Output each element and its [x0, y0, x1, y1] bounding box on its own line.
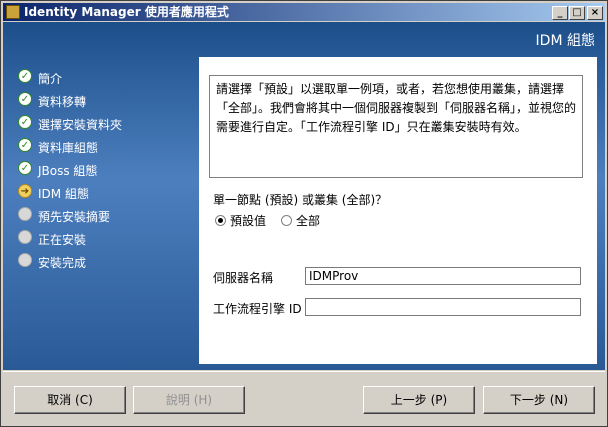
server-name-label: 伺服器名稱 [213, 271, 274, 285]
window-title: Identity Manager 使用者應用程式 [24, 5, 229, 19]
radio-selected-icon[interactable] [215, 215, 226, 226]
pending-circle-icon [18, 230, 32, 244]
step-item: ✓ 資料庫組態 [18, 136, 198, 156]
step-item-current: ➔ IDM 組態 [18, 182, 198, 202]
server-name-input[interactable] [305, 267, 581, 285]
step-item: ✓ 資料移轉 [18, 90, 198, 110]
check-icon: ✓ [18, 92, 32, 106]
close-button[interactable]: × [587, 6, 603, 20]
step-item: ✓ 簡介 [18, 67, 198, 87]
radio-all-label[interactable]: 全部 [296, 214, 320, 228]
check-icon: ✓ [18, 138, 32, 152]
cancel-button[interactable]: 取消 (C) [14, 386, 126, 414]
content-panel: 請選擇「預設」以選取單一例項，或者，若您想使用叢集，請選擇「全部」。我們會將其中… [199, 57, 597, 364]
arrow-right-icon: ➔ [18, 184, 32, 198]
check-icon: ✓ [18, 161, 32, 175]
pending-circle-icon [18, 253, 32, 267]
step-label: 簡介 [38, 72, 63, 86]
step-label: JBoss 組態 [38, 164, 98, 178]
cluster-question: 單一節點 (預設) 或叢集 (全部)？ [213, 193, 388, 207]
step-label: 正在安裝 [38, 233, 87, 247]
radio-default-label[interactable]: 預設值 [230, 214, 266, 228]
radio-default[interactable]: 預設值 [215, 212, 266, 228]
step-label: IDM 組態 [38, 187, 89, 201]
maximize-button[interactable]: □ [569, 6, 585, 20]
check-icon: ✓ [18, 115, 32, 129]
step-item: 預先安裝摘要 [18, 205, 198, 225]
step-label: 預先安裝摘要 [38, 210, 111, 224]
app-icon [6, 5, 20, 19]
minimize-button[interactable]: _ [552, 6, 568, 20]
previous-button[interactable]: 上一步 (P) [363, 386, 475, 414]
title-bar[interactable]: Identity Manager 使用者應用程式 _ □ × [3, 3, 605, 21]
radio-all[interactable]: 全部 [281, 212, 320, 228]
step-label: 資料移轉 [38, 95, 87, 109]
step-label: 選擇安裝資料夾 [38, 118, 123, 132]
button-bar: 取消 (C) 說明 (H) 上一步 (P) 下一步 (N) [3, 371, 605, 425]
step-item: ✓ 選擇安裝資料夾 [18, 113, 198, 133]
engine-id-input[interactable] [305, 298, 581, 316]
main-area: IDM 組態 ✓ 簡介 ✓ 資料移轉 ✓ 選擇安裝資料夾 ✓ 資料庫組態 ✓ JBoss … [3, 22, 605, 370]
installer-window: Identity Manager 使用者應用程式 _ □ × IDM 組態 ✓ 簡… [0, 0, 608, 427]
step-item: 安裝完成 [18, 251, 198, 271]
step-label: 安裝完成 [38, 256, 87, 270]
radio-unselected-icon[interactable] [281, 215, 292, 226]
page-heading: IDM 組態 [535, 33, 595, 49]
description-box: 請選擇「預設」以選取單一例項，或者，若您想使用叢集，請選擇「全部」。我們會將其中… [209, 75, 583, 178]
step-item: 正在安裝 [18, 228, 198, 248]
engine-id-label: 工作流程引擎 ID [213, 302, 302, 316]
next-button[interactable]: 下一步 (N) [483, 386, 595, 414]
step-label: 資料庫組態 [38, 141, 99, 155]
check-icon: ✓ [18, 69, 32, 83]
help-button[interactable]: 說明 (H) [133, 386, 245, 414]
pending-circle-icon [18, 207, 32, 221]
step-item: ✓ JBoss 組態 [18, 159, 198, 179]
